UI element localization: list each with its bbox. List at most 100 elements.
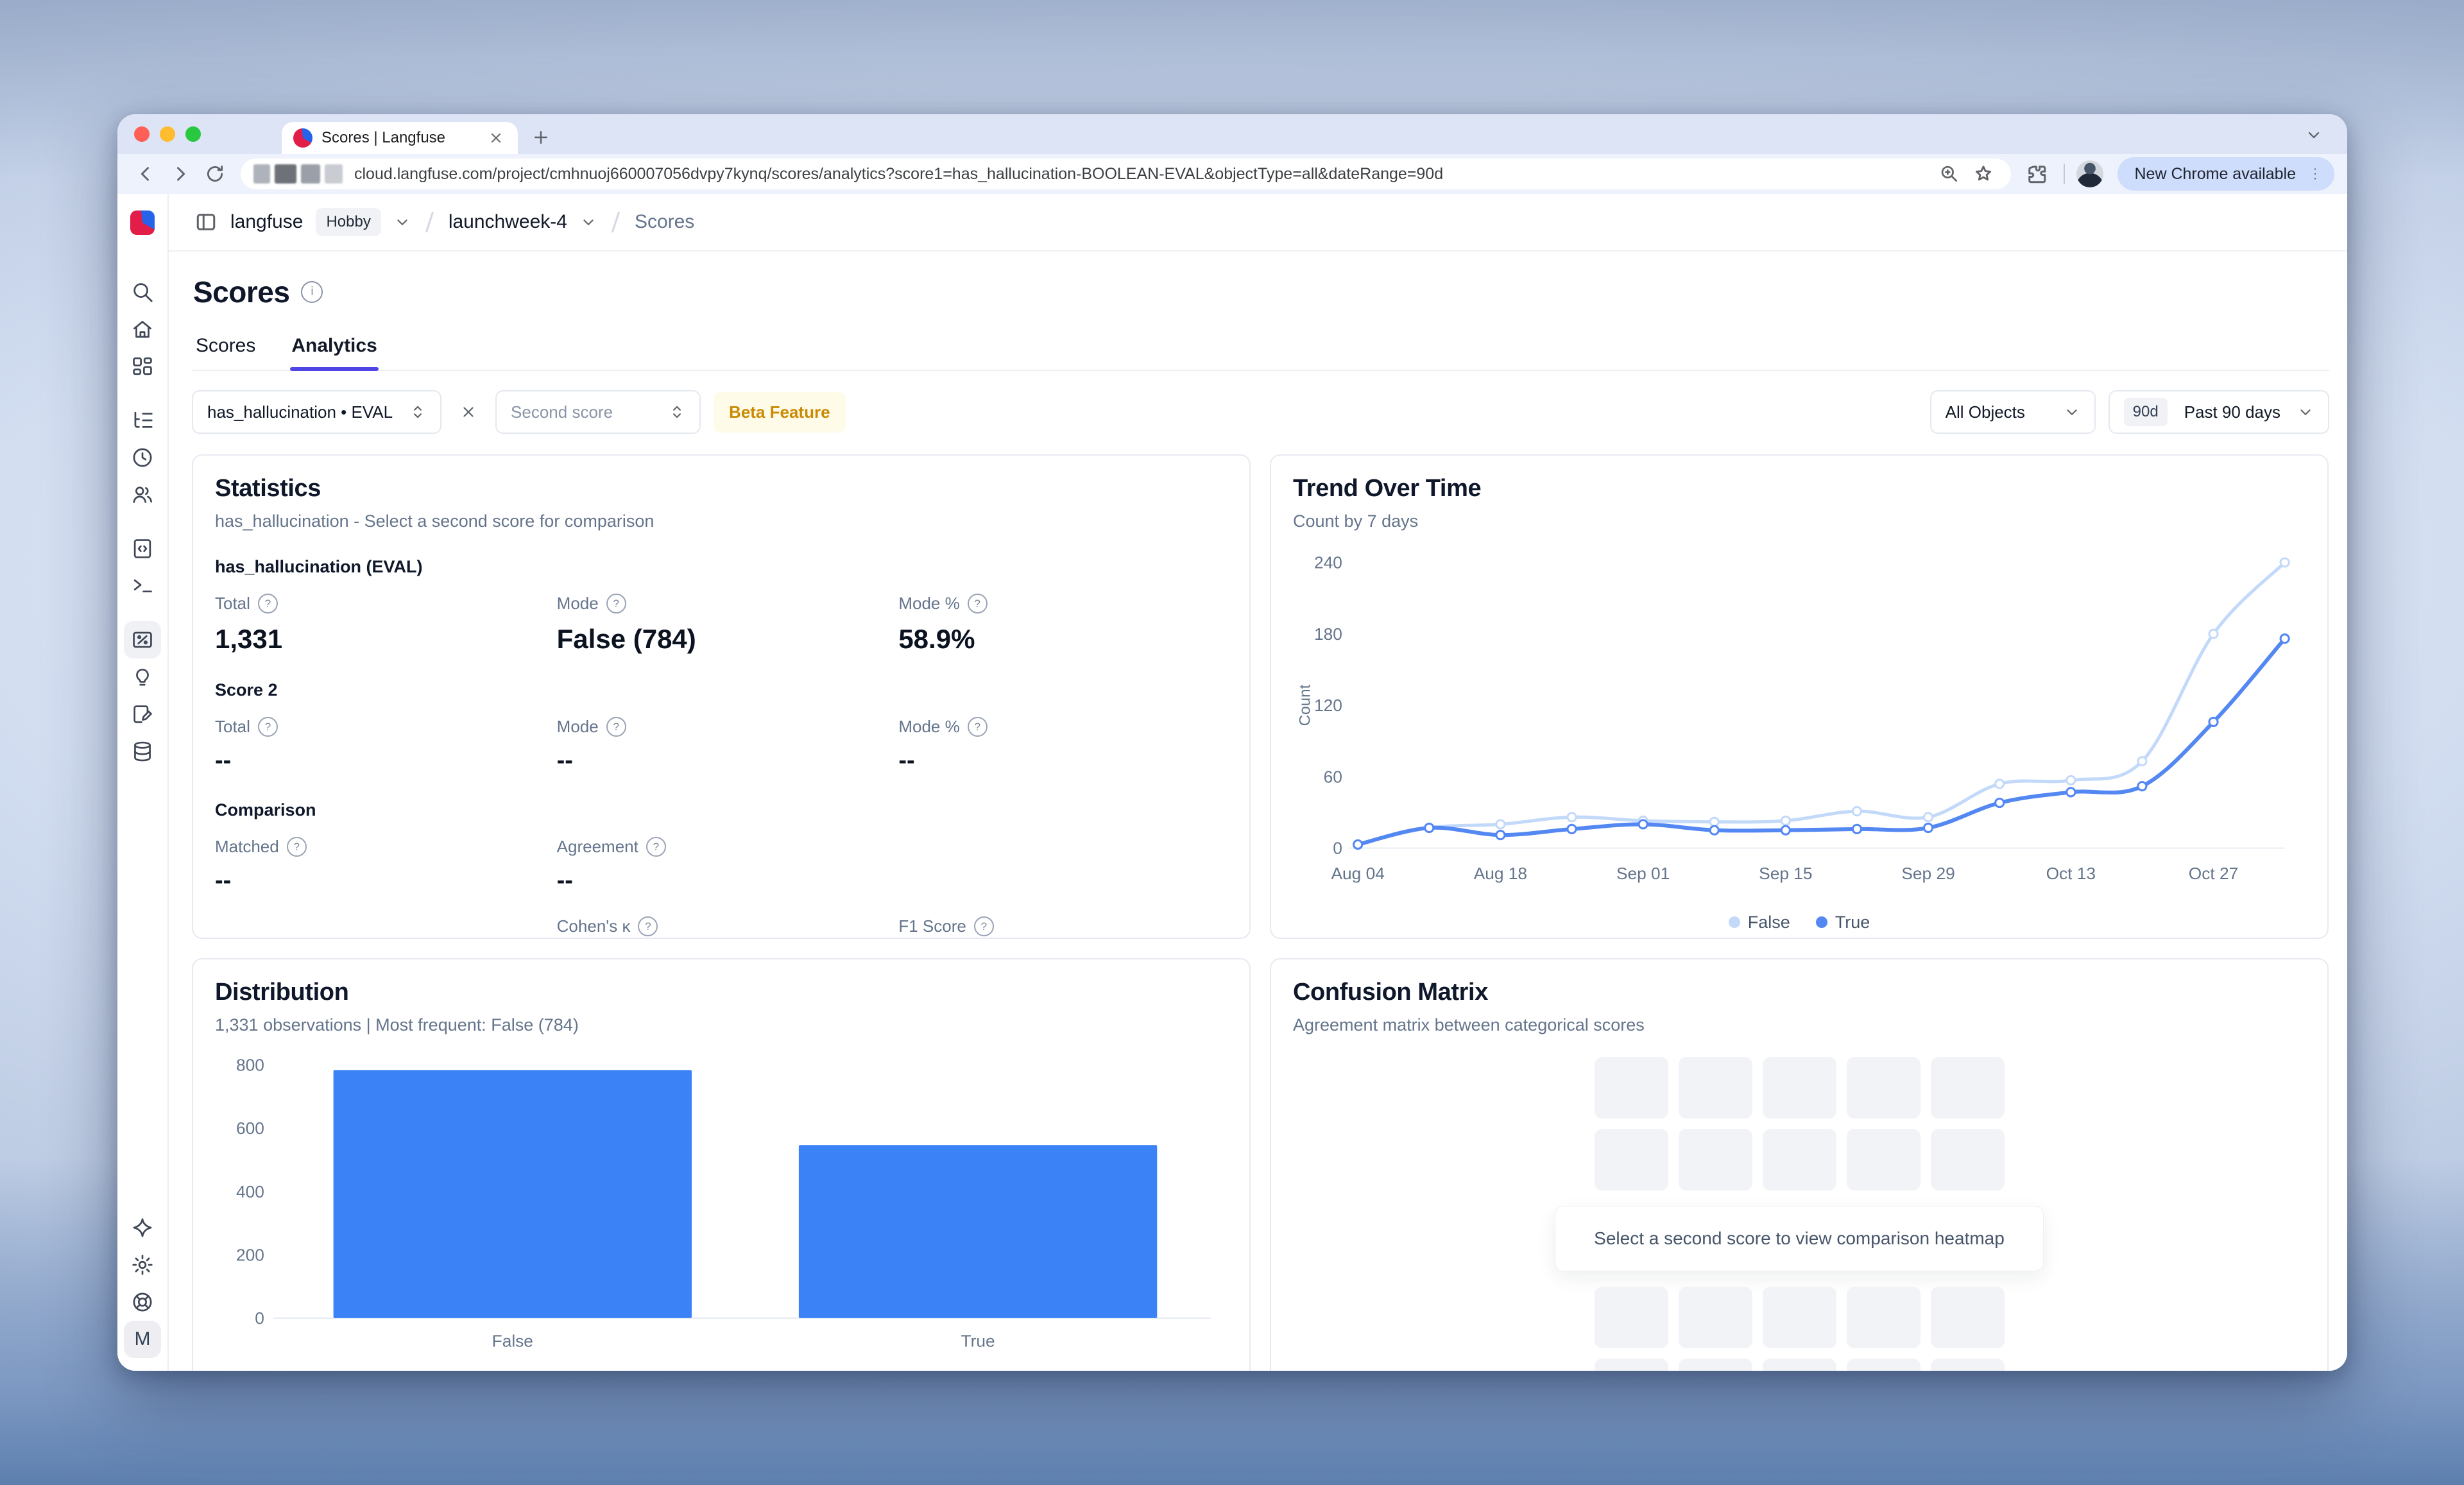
breadcrumb-org[interactable]: langfuse	[230, 211, 303, 233]
page-tabs: Scores Analytics	[192, 326, 2329, 371]
metric-mode-pct: Mode % 58.9%	[898, 594, 1228, 655]
langfuse-logo-icon[interactable]	[130, 210, 155, 235]
sidebar-item-whats-new[interactable]	[124, 1209, 161, 1246]
tab-close-icon[interactable]	[486, 128, 506, 148]
sidebar-item-dashboards[interactable]	[124, 348, 161, 385]
zoom-page-icon[interactable]	[1939, 164, 1960, 184]
sidebar-item-datasets[interactable]	[124, 733, 161, 770]
legend-label: False	[1748, 913, 1790, 932]
tab-scores[interactable]: Scores	[194, 326, 257, 370]
lifebuoy-icon	[130, 1290, 155, 1314]
panel-toggle-icon[interactable]	[194, 210, 218, 234]
sidebar-item-settings[interactable]	[124, 1246, 161, 1283]
help-icon[interactable]	[606, 594, 626, 614]
metric-label: Total	[215, 717, 250, 737]
breadcrumb-project[interactable]: launchweek-4	[449, 211, 567, 233]
metric-label: Mode %	[898, 717, 959, 737]
tab-search-chevron-icon[interactable]	[2297, 121, 2331, 149]
svg-text:True: True	[961, 1331, 995, 1350]
reload-icon[interactable]	[200, 159, 230, 189]
help-icon[interactable]	[638, 916, 658, 936]
sidebar-item-search[interactable]	[124, 273, 161, 311]
sidebar-item-playground[interactable]	[124, 567, 161, 605]
distribution-card: Distribution 1,331 observations | Most f…	[192, 958, 1251, 1371]
remove-score1-icon[interactable]	[454, 398, 483, 426]
legend-item-false[interactable]: False	[1729, 913, 1790, 932]
trend-subtitle: Count by 7 days	[1293, 511, 2306, 531]
dashboards-icon	[130, 354, 155, 379]
zoom-window-button[interactable]	[185, 126, 201, 142]
gear-icon	[130, 1253, 155, 1277]
sidebar-item-prompts[interactable]	[124, 530, 161, 567]
metric-value: --	[215, 867, 544, 895]
confusion-card: Confusion Matrix Agreement matrix betwee…	[1270, 958, 2329, 1371]
sidebar-item-sessions[interactable]	[124, 439, 161, 476]
help-icon[interactable]	[968, 594, 988, 614]
clipboard-pen-icon	[130, 702, 155, 726]
main-area: langfuse Hobby launchweek-4 Scores Score…	[169, 194, 2347, 1371]
svg-text:Sep 15: Sep 15	[1759, 864, 1812, 883]
sidebar-item-scores[interactable]	[124, 621, 161, 658]
second-score-placeholder: Second score	[511, 402, 652, 422]
extensions-puzzle-icon[interactable]	[2021, 159, 2052, 189]
object-type-select[interactable]: All Objects	[1930, 390, 2096, 434]
minimize-window-button[interactable]	[160, 126, 175, 142]
tab-analytics[interactable]: Analytics	[290, 326, 378, 370]
help-icon[interactable]	[646, 837, 666, 857]
browser-toolbar: cloud.langfuse.com/project/cmhnuoj660007…	[117, 154, 2347, 194]
legend-label: True	[1835, 913, 1870, 932]
comparison-heading: Comparison	[215, 800, 1228, 820]
score1-select-value: has_hallucination • EVAL	[207, 402, 393, 422]
date-range-badge: 90d	[2124, 398, 2168, 426]
browser-tab[interactable]: Scores | Langfuse	[282, 122, 518, 154]
confusion-placeholder: Select a second score to view comparison…	[1293, 1057, 2306, 1371]
confusion-title: Confusion Matrix	[1293, 979, 2306, 1006]
svg-text:180: 180	[1314, 624, 1342, 644]
database-icon	[130, 739, 155, 764]
chrome-update-pill[interactable]: New Chrome available	[2118, 157, 2334, 191]
statistics-title: Statistics	[215, 475, 1228, 502]
forward-icon[interactable]	[165, 159, 196, 189]
search-icon	[130, 280, 155, 304]
app-header: langfuse Hobby launchweek-4 Scores	[169, 194, 2347, 252]
metric-mode-2: Mode --	[557, 717, 886, 775]
close-window-button[interactable]	[134, 126, 150, 142]
help-icon[interactable]	[974, 916, 994, 936]
new-tab-button[interactable]	[527, 123, 555, 151]
second-score-select[interactable]: Second score	[495, 390, 701, 434]
bookmark-star-icon[interactable]	[1972, 163, 1994, 185]
metric-value: 58.9%	[898, 624, 1228, 655]
legend-item-true[interactable]: True	[1816, 913, 1870, 932]
help-icon[interactable]	[606, 717, 626, 737]
page-content: Scores Scores Analytics has_hallucinatio…	[169, 252, 2347, 1371]
sidebar-item-users[interactable]	[124, 476, 161, 513]
sidebar-item-support[interactable]	[124, 1283, 161, 1321]
help-icon[interactable]	[258, 594, 278, 614]
chrome-profile-avatar[interactable]	[2076, 160, 2103, 187]
sidebar-item-annotation[interactable]	[124, 696, 161, 733]
sidebar-item-home[interactable]	[124, 311, 161, 348]
sidebar-item-tracing[interactable]	[124, 402, 161, 439]
user-avatar[interactable]: M	[124, 1321, 161, 1358]
plan-badge: Hobby	[316, 208, 381, 236]
distribution-title: Distribution	[215, 979, 1228, 1006]
help-icon[interactable]	[968, 717, 988, 737]
score1-select[interactable]: has_hallucination • EVAL	[192, 390, 441, 434]
sidebar: M	[117, 194, 169, 1371]
project-chevron-icon[interactable]	[580, 214, 597, 230]
score2-heading: Score 2	[215, 680, 1228, 700]
svg-text:Aug 18: Aug 18	[1474, 864, 1527, 883]
trend-title: Trend Over Time	[1293, 475, 2306, 502]
metric-value: --	[557, 867, 886, 895]
tab-title: Scores | Langfuse	[321, 129, 477, 147]
svg-text:240: 240	[1314, 553, 1342, 572]
svg-text:Count: Count	[1296, 684, 1313, 726]
org-chevron-icon[interactable]	[394, 214, 411, 230]
sidebar-item-evaluators[interactable]	[124, 658, 161, 696]
back-icon[interactable]	[130, 159, 161, 189]
info-icon[interactable]	[301, 281, 323, 303]
date-range-select[interactable]: 90d Past 90 days	[2109, 390, 2329, 434]
help-icon[interactable]	[287, 837, 307, 857]
url-bar[interactable]: cloud.langfuse.com/project/cmhnuoj660007…	[241, 159, 2011, 189]
help-icon[interactable]	[258, 717, 278, 737]
